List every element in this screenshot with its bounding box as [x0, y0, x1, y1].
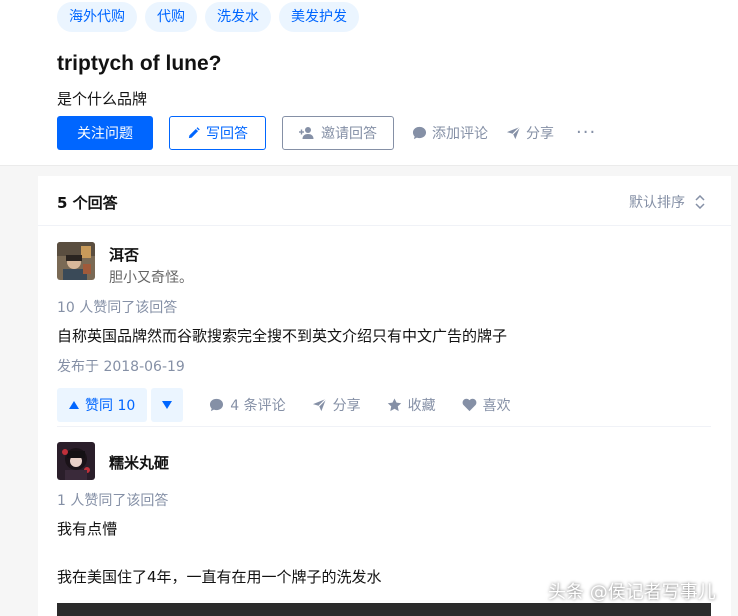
answer-image[interactable] [57, 603, 711, 616]
collect-label: 收藏 [407, 398, 436, 414]
like-label: 喜欢 [482, 398, 511, 414]
more-options-button[interactable]: ··· [576, 124, 596, 142]
sort-toggle-icon [695, 195, 705, 209]
comment-icon [412, 126, 427, 140]
star-icon [387, 398, 402, 412]
answer-divider [57, 426, 711, 427]
question-title[interactable]: triptych of lune? [57, 52, 222, 76]
share-label: 分享 [526, 126, 554, 142]
pencil-icon [187, 126, 200, 140]
add-comment-button[interactable]: 添加评论 [412, 123, 488, 143]
comments-button[interactable]: 4 条评论 [209, 395, 286, 415]
share-icon [312, 398, 327, 412]
share-button[interactable]: 分享 [506, 123, 554, 143]
watermark: 头条 @侯记者写事儿 [548, 582, 716, 603]
invite-answer-label: 邀请回答 [321, 126, 377, 142]
write-answer-button[interactable]: 写回答 [169, 116, 266, 150]
question-header: 海外代购 代购 洗发水 美发护发 triptych of lune? 是个什么品… [0, 0, 738, 166]
publish-date[interactable]: 发布于 2018-06-19 [57, 356, 711, 376]
topic-tags: 海外代购 代购 洗发水 美发护发 [57, 2, 359, 32]
share-label: 分享 [332, 398, 361, 414]
downvote-button[interactable] [151, 388, 184, 422]
heart-icon [462, 398, 477, 412]
share-button[interactable]: 分享 [312, 395, 361, 415]
answer-item: 洱否 胆小又奇怪。 10 人赞同了该回答 自称英国品牌然而谷歌搜索完全搜不到英文… [57, 242, 711, 422]
vote-count-text: 10 人赞同了该回答 [57, 300, 178, 316]
answer-list: 5 个回答 默认排序 洱否 胆小又奇怪。 10 人赞同了该回答 自称英国品牌然而… [38, 176, 731, 616]
topic-tag[interactable]: 海外代购 [57, 2, 137, 32]
add-comment-label: 添加评论 [432, 126, 488, 142]
author-bio: 胆小又奇怪。 [109, 270, 193, 286]
triangle-down-icon [162, 401, 173, 409]
answer-item: 糯米丸砸 1 人赞同了该回答 我有点懵 我在美国住了4年，一直有在用一个牌子的洗… [57, 442, 711, 587]
answer-count: 5 个回答 [57, 194, 118, 212]
author-name[interactable]: 洱否 [109, 244, 193, 265]
follow-question-button[interactable]: 关注问题 [57, 116, 153, 150]
avatar[interactable] [57, 242, 95, 280]
follow-question-label: 关注问题 [77, 126, 133, 142]
triangle-up-icon [69, 401, 79, 409]
add-user-icon [299, 126, 315, 140]
comments-label: 4 条评论 [230, 398, 286, 414]
comment-icon [209, 398, 224, 412]
topic-tag[interactable]: 洗发水 [205, 2, 271, 32]
author-name[interactable]: 糯米丸砸 [109, 452, 169, 473]
invite-answer-button[interactable]: 邀请回答 [282, 116, 394, 150]
question-detail: 是个什么品牌 [57, 90, 148, 108]
sort-dropdown[interactable]: 默认排序 [629, 192, 705, 212]
vote-count-text: 1 人赞同了该回答 [57, 493, 169, 509]
upvote-label: 赞同 10 [85, 398, 136, 414]
answer-list-header: 5 个回答 默认排序 [38, 176, 731, 226]
answer-content: 自称英国品牌然而谷歌搜索完全搜不到英文介绍只有中文广告的牌子 [57, 327, 508, 345]
avatar[interactable] [57, 442, 95, 480]
answer-actions: 赞同 10 4 条评论 分享 收藏 喜欢 [57, 388, 711, 422]
sort-label: 默认排序 [629, 195, 685, 211]
answer-author: 糯米丸砸 [57, 442, 711, 480]
topic-tag[interactable]: 美发护发 [279, 2, 359, 32]
topic-tag[interactable]: 代购 [145, 2, 197, 32]
question-actions: 关注问题 写回答 邀请回答 添加评论 分享 ··· [57, 116, 596, 150]
like-button[interactable]: 喜欢 [462, 395, 511, 415]
answer-content-line: 我有点懵 [57, 520, 118, 538]
collect-button[interactable]: 收藏 [387, 395, 436, 415]
answer-author: 洱否 胆小又奇怪。 [57, 242, 711, 287]
share-icon [506, 126, 521, 140]
write-answer-label: 写回答 [206, 126, 248, 142]
upvote-button[interactable]: 赞同 10 [57, 388, 148, 422]
